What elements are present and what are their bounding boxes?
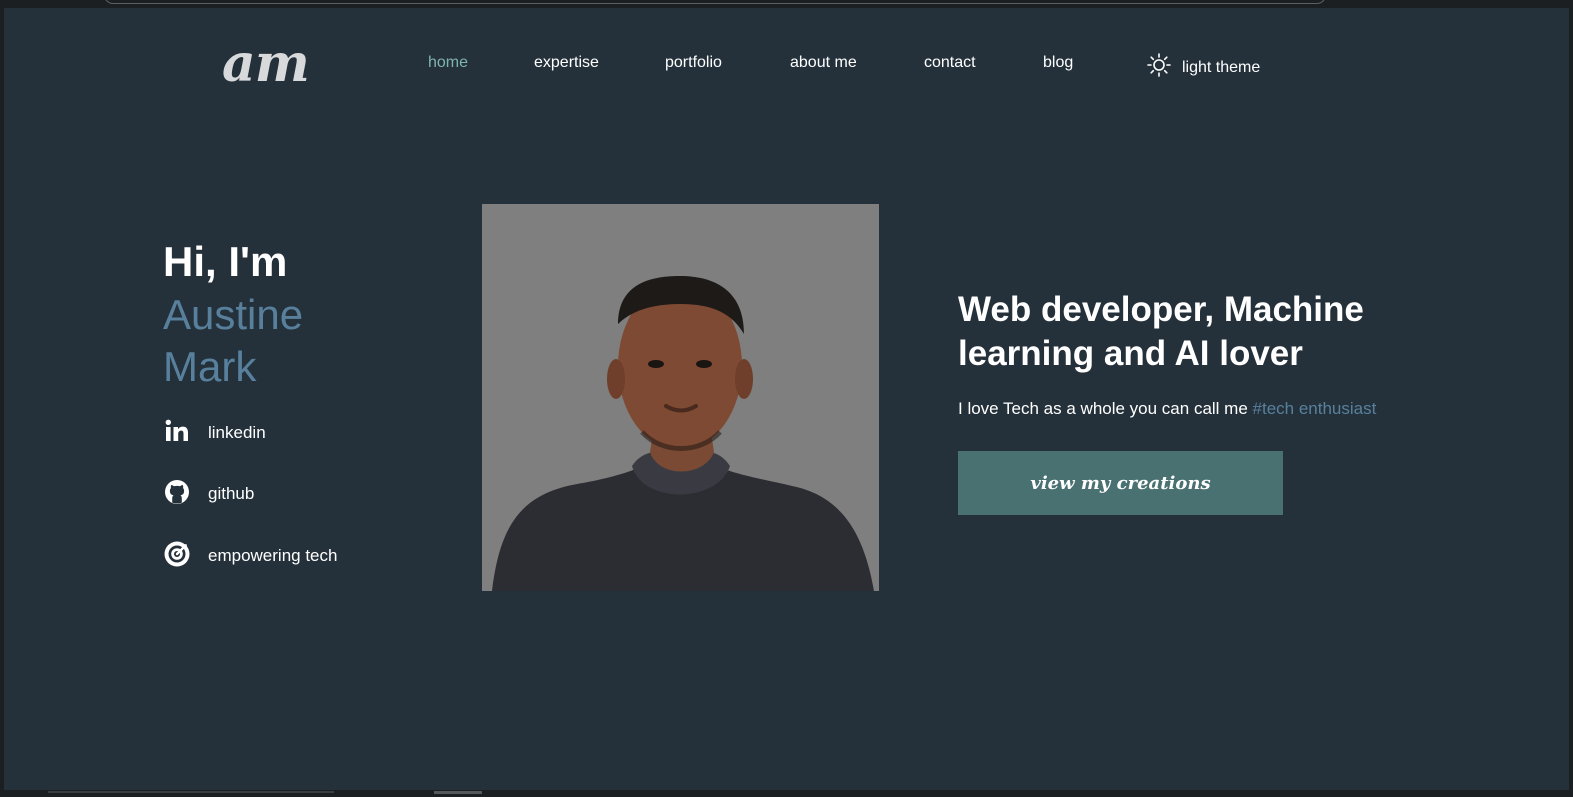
target-icon [163,540,191,572]
social-label-github: github [208,484,255,503]
nav-link-home[interactable]: home [428,54,468,72]
github-icon [163,478,191,510]
hero-last-name: Mark [163,343,257,390]
nav-link-contact[interactable]: contact [924,54,976,72]
bottom-scrollbar-track [48,791,334,793]
theme-toggle-label: light theme [1182,59,1261,76]
social-link-empowering-tech[interactable]: empowering tech [163,540,337,572]
hero-first-name: Austine [163,291,304,338]
hero-tagline-text: I love Tech as a whole you can call me [958,399,1253,418]
hero-greeting: Hi, I'm [163,238,288,285]
nav-link-portfolio[interactable]: portfolio [665,54,722,72]
social-link-github[interactable]: github [163,478,254,510]
hero-tagline: I love Tech as a whole you can call me #… [958,399,1376,419]
profile-photo-illustration [482,204,879,591]
social-label-empowering-tech: empowering tech [208,546,338,565]
social-link-linkedin[interactable]: linkedin [163,417,266,449]
browser-address-bar [104,0,1326,4]
linkedin-icon [163,417,191,449]
social-label-linkedin: linkedin [208,423,266,442]
profile-photo [482,204,879,591]
theme-toggle-button[interactable]: light theme [1146,53,1261,82]
nav-link-about-me[interactable]: about me [790,54,857,72]
sun-icon [1146,53,1172,82]
nav-link-expertise[interactable]: expertise [534,54,599,72]
bottom-scrollbar-thumb[interactable] [434,791,482,794]
main-nav: home expertise portfolio about me contac… [4,53,1569,78]
hero-hashtag: #tech enthusiast [1252,399,1377,418]
view-creations-button[interactable]: view my creations [958,451,1283,515]
hero-headline: Web developer, Machine learning and AI l… [958,290,1364,373]
page-viewport: am home expertise portfolio about me con… [4,8,1569,790]
nav-link-blog[interactable]: blog [1043,54,1073,72]
